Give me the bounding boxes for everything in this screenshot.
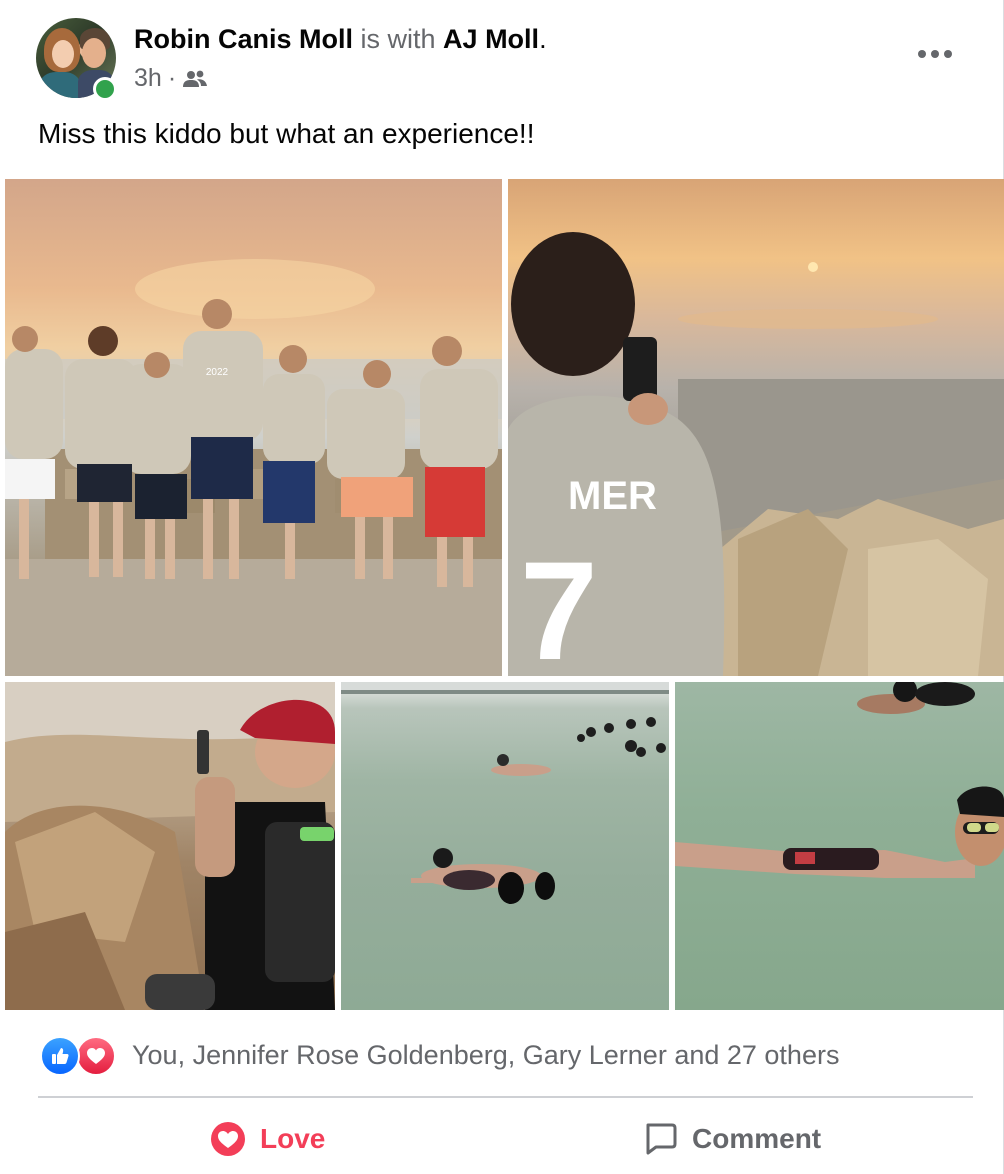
- hoodie-number-text: 7: [520, 532, 598, 676]
- author-line: Robin Canis Moll is with AJ Moll.: [134, 24, 547, 55]
- post-timestamp[interactable]: 3h: [134, 64, 162, 93]
- comment-button-label: Comment: [692, 1123, 822, 1154]
- online-status-dot: [93, 77, 117, 101]
- comment-icon: [646, 1123, 677, 1155]
- reaction-summary[interactable]: You, Jennifer Rose Goldenberg, Gary Lern…: [40, 1036, 840, 1076]
- friends-icon[interactable]: [182, 69, 208, 89]
- photo-group-sunrise[interactable]: 2022: [5, 179, 502, 676]
- love-reaction-icon: [211, 1122, 245, 1156]
- comment-button[interactable]: Comment: [642, 1116, 821, 1162]
- love-button[interactable]: Love: [210, 1116, 325, 1162]
- photo-boy-red-cap[interactable]: [5, 682, 335, 1010]
- with-text: is with: [360, 24, 436, 54]
- photo-floating-closeup[interactable]: [675, 682, 1004, 1010]
- action-divider: [38, 1096, 973, 1098]
- photo-boy-phone-sunrise[interactable]: MER 7: [508, 179, 1004, 676]
- post-caption: Miss this kiddo but what an experience!!: [38, 118, 535, 149]
- tagged-suffix: .: [539, 24, 547, 54]
- reaction-summary-text: You, Jennifer Rose Goldenberg, Gary Lern…: [132, 1039, 840, 1070]
- reaction-icons: [40, 1036, 118, 1076]
- photo-floating-sea[interactable]: [341, 682, 669, 1010]
- hoodie-year-text: 2022: [206, 367, 229, 378]
- author-name[interactable]: Robin Canis Moll: [134, 24, 353, 54]
- meta-separator: ·: [167, 64, 177, 92]
- post-meta: 3h ·: [134, 64, 208, 93]
- hoodie-back-text: MER: [568, 474, 657, 518]
- post-card: Robin Canis Moll is with AJ Moll. 3h · M…: [0, 0, 1004, 1174]
- tagged-name[interactable]: AJ Moll: [443, 24, 539, 54]
- like-icon: [40, 1036, 80, 1076]
- more-options-button[interactable]: [915, 40, 955, 68]
- more-dots-icon: [918, 50, 952, 58]
- love-icon: [76, 1036, 116, 1076]
- love-button-label: Love: [260, 1123, 326, 1154]
